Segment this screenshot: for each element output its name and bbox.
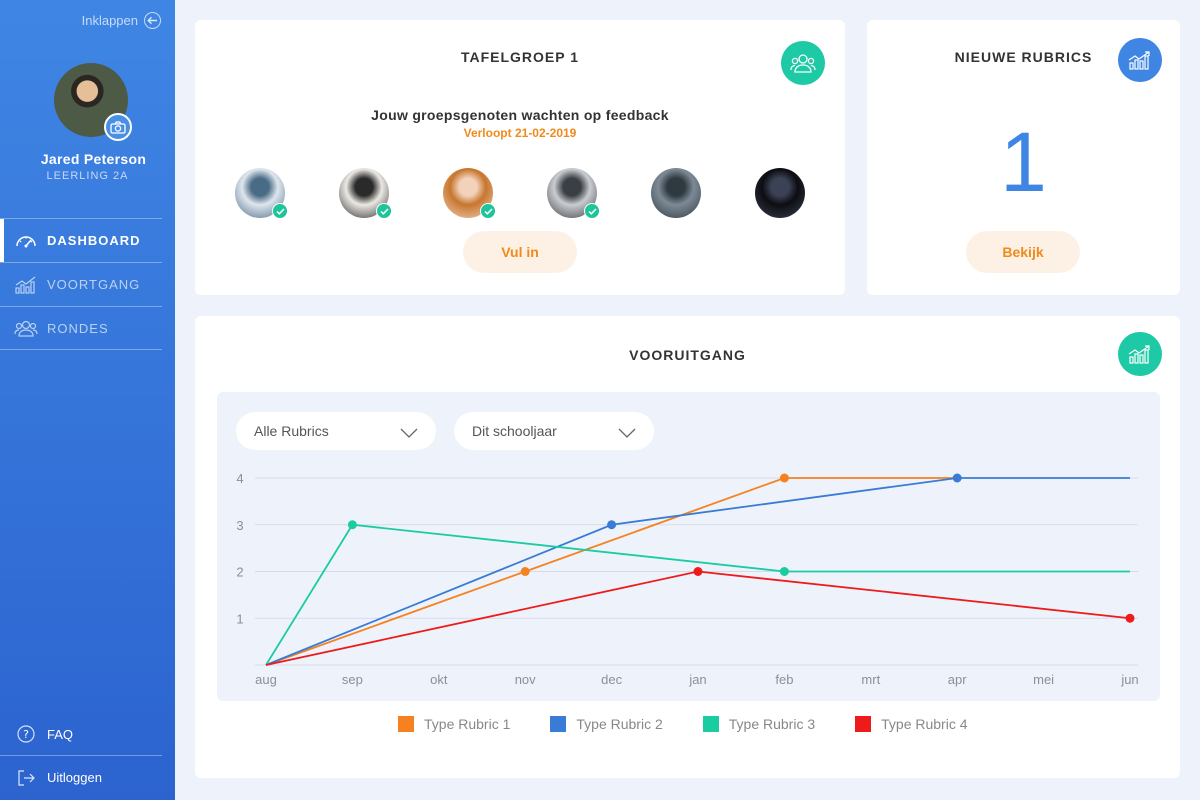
chart-panel: Alle Rubrics Dit schooljaar	[217, 392, 1160, 701]
collapse-sidebar-button[interactable]: Inklappen	[82, 12, 161, 29]
group-member-avatar[interactable]	[547, 168, 600, 219]
period-filter-value: Dit schooljaar	[472, 423, 557, 439]
legend-item: Type Rubric 1	[398, 716, 510, 732]
new-rubrics-count: 1	[1000, 115, 1047, 209]
group-member-avatar[interactable]	[235, 168, 288, 219]
legend-item: Type Rubric 4	[855, 716, 968, 732]
legend-label: Type Rubric 2	[576, 716, 663, 732]
legend-swatch	[398, 716, 414, 732]
user-name: Jared Peterson	[40, 151, 147, 167]
group-member-avatar[interactable]	[339, 168, 392, 219]
arrow-left-icon	[144, 12, 161, 29]
fill-in-button[interactable]: Vul in	[463, 231, 577, 273]
nav-item-dashboard[interactable]: DASHBOARD	[0, 218, 162, 262]
rubrics-card: NIEUWE RUBRICS 1 Bekijk	[867, 20, 1180, 295]
main-nav: DASHBOARD VOORTGANG RONDES	[0, 218, 175, 350]
view-button[interactable]: Bekijk	[966, 231, 1080, 273]
nav-item-rondes[interactable]: RONDES	[0, 306, 162, 350]
nav-label: DASHBOARD	[47, 233, 141, 248]
chart-legend: Type Rubric 1 Type Rubric 2 Type Rubric 3 T…	[398, 716, 1008, 732]
feedback-message: Jouw groepsgenoten wachten op feedback	[371, 107, 669, 123]
chevron-down-icon	[400, 425, 418, 441]
rubric-filter-value: Alle Rubrics	[254, 423, 329, 439]
logout-link[interactable]: Uitloggen	[0, 756, 162, 799]
group-member-avatar[interactable]	[443, 168, 496, 219]
legend-swatch	[702, 716, 719, 732]
camera-icon[interactable]	[104, 113, 132, 141]
user-class: LEERLING 2A	[46, 170, 129, 182]
legend-item: Type Rubric 3	[702, 716, 816, 732]
group-member-avatar[interactable]	[651, 168, 701, 218]
legend-label: Type Rubric 1	[424, 716, 511, 732]
chevron-down-icon	[618, 425, 636, 441]
check-icon	[272, 203, 288, 219]
faq-link[interactable]: ? FAQ	[0, 713, 162, 756]
group-icon	[14, 318, 38, 338]
group-icon	[781, 41, 825, 85]
collapse-label: Inklappen	[81, 13, 138, 28]
check-icon	[584, 203, 600, 219]
logout-label: Uitloggen	[47, 770, 102, 785]
bottom-nav: ? FAQ Uitloggen	[0, 713, 175, 799]
group-card: TAFELGROEP 1 Jouw groepsgenoten wachten …	[195, 20, 845, 295]
chart-growth-icon	[1118, 332, 1162, 376]
legend-label: Type Rubric 4	[881, 716, 968, 732]
legend-swatch	[550, 716, 567, 732]
sidebar: Inklappen Jared Peterson LEERLING 2A DAS…	[0, 0, 175, 800]
deadline-text: Verloopt 21-02-2019	[463, 126, 577, 140]
rubric-filter-select[interactable]: Alle Rubrics	[236, 412, 436, 450]
legend-swatch	[855, 716, 872, 732]
svg-text:?: ?	[23, 728, 29, 741]
progress-card-title: VOORUITGANG	[629, 347, 746, 363]
profile-avatar[interactable]	[54, 63, 132, 141]
gauge-icon	[14, 231, 38, 251]
nav-item-voortgang[interactable]: VOORTGANG	[0, 262, 162, 306]
check-icon	[480, 203, 496, 219]
bar-chart-icon	[14, 275, 38, 295]
chart-growth-icon	[1118, 38, 1162, 82]
question-icon: ?	[17, 724, 37, 744]
group-member-avatar[interactable]	[755, 168, 805, 218]
group-card-title: TAFELGROEP 1	[460, 49, 580, 65]
check-icon	[376, 203, 392, 219]
nav-label: VOORTGANG	[47, 277, 141, 292]
logout-icon	[17, 768, 37, 788]
faq-label: FAQ	[47, 726, 74, 742]
period-filter-select[interactable]: Dit schooljaar	[454, 412, 654, 450]
legend-item: Type Rubric 2	[550, 716, 663, 732]
nav-label: RONDES	[47, 320, 109, 336]
legend-label: Type Rubric 3	[728, 716, 816, 732]
